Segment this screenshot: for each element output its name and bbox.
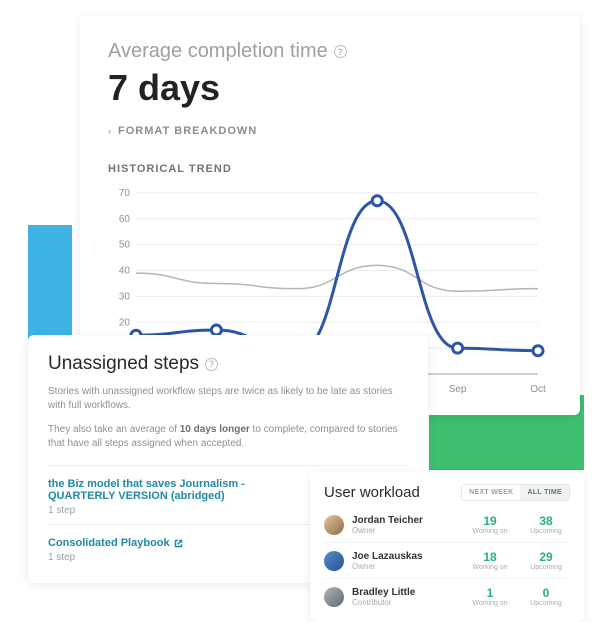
help-icon[interactable]: ? [205, 358, 218, 371]
workload-row[interactable]: Bradley Little Contributor 1 Working on … [324, 578, 570, 614]
stat-upcoming: 0 Upcoming [522, 586, 570, 607]
unassigned-title: Unassigned steps ? [48, 353, 408, 375]
stat-working: 19 Working on [466, 514, 514, 535]
svg-text:60: 60 [119, 214, 131, 225]
workload-card: User workload NEXT WEEK ALL TIME Jordan … [310, 472, 584, 622]
tab-all-time[interactable]: ALL TIME [520, 485, 569, 500]
stat-working: 1 Working on [466, 586, 514, 607]
story-meta: 1 step [48, 505, 328, 516]
user-role: Contributor [352, 598, 458, 607]
stat-upcoming: 29 Upcoming [522, 550, 570, 571]
svg-text:30: 30 [119, 291, 131, 302]
tab-next-week[interactable]: NEXT WEEK [462, 485, 520, 500]
avatar [324, 587, 344, 607]
svg-text:40: 40 [119, 266, 131, 277]
svg-text:70: 70 [119, 188, 131, 199]
user-name: Joe Lazauskas [352, 551, 458, 562]
user-name: Bradley Little [352, 587, 458, 598]
story-link[interactable]: Consolidated Playbook [48, 537, 183, 549]
completion-title: Average completion time ? [108, 40, 552, 63]
svg-text:50: 50 [119, 240, 131, 251]
time-range-toggle: NEXT WEEK ALL TIME [461, 484, 570, 501]
format-breakdown-toggle[interactable]: › FORMAT BREAKDOWN [108, 125, 552, 137]
svg-text:Sep: Sep [449, 384, 467, 395]
avatar [324, 551, 344, 571]
user-role: Owner [352, 526, 458, 535]
workload-row[interactable]: Joe Lazauskas Owner 18 Working on 29 Upc… [324, 542, 570, 578]
external-link-icon [174, 539, 183, 548]
unassigned-desc-1: Stories with unassigned workflow steps a… [48, 385, 408, 413]
user-role: Owner [352, 562, 458, 571]
completion-value: 7 days [108, 67, 552, 109]
historical-trend-label: HISTORICAL TREND [108, 163, 552, 175]
stat-working: 18 Working on [466, 550, 514, 571]
chevron-right-icon: › [108, 126, 112, 136]
workload-title: User workload [324, 484, 420, 501]
story-meta: 1 step [48, 552, 183, 563]
svg-text:Oct: Oct [530, 384, 546, 395]
user-name: Jordan Teicher [352, 515, 458, 526]
stat-upcoming: 38 Upcoming [522, 514, 570, 535]
unassigned-desc-2: They also take an average of 10 days lon… [48, 423, 408, 451]
story-link[interactable]: the Biz model that saves Journalism - QU… [48, 478, 328, 502]
avatar [324, 515, 344, 535]
svg-text:20: 20 [119, 317, 131, 328]
help-icon[interactable]: ? [334, 45, 347, 58]
workload-row[interactable]: Jordan Teicher Owner 19 Working on 38 Up… [324, 507, 570, 542]
